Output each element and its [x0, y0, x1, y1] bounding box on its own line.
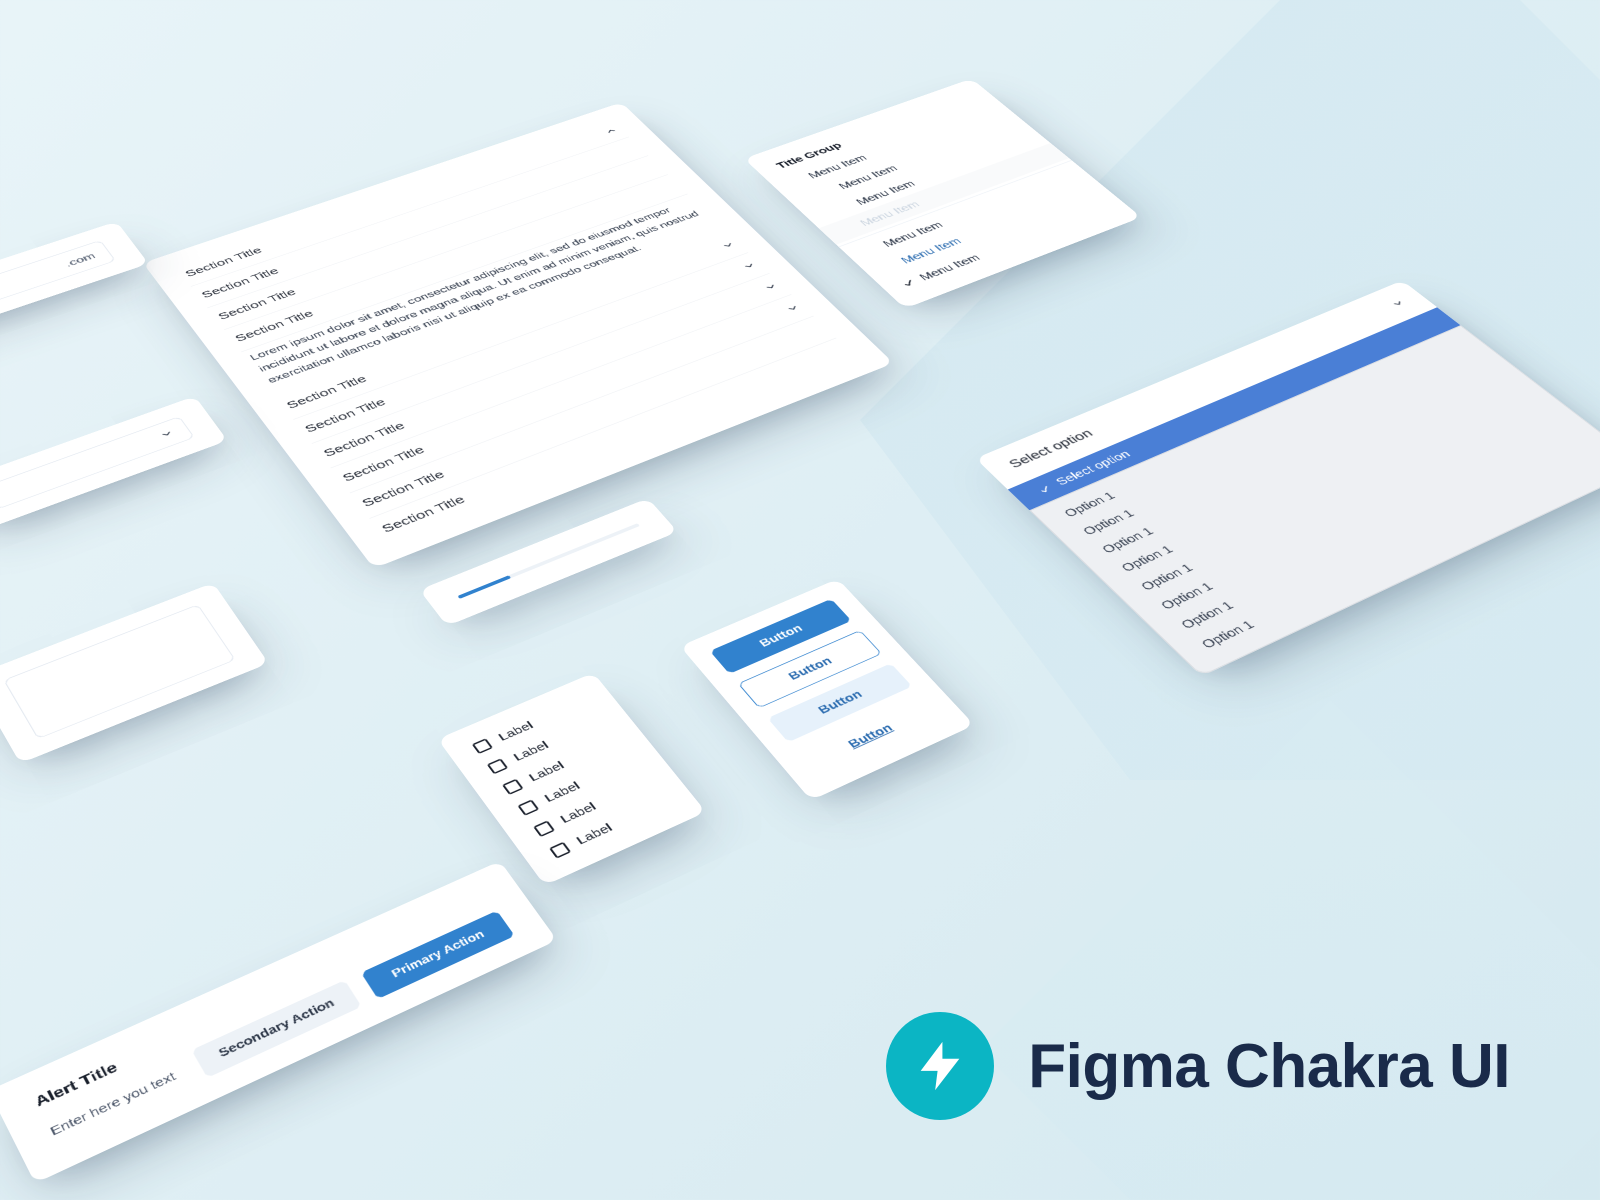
chevron-down-icon [762, 281, 781, 292]
checkbox-icon [533, 820, 555, 837]
chevron-down-icon [158, 428, 176, 440]
textarea-stub[interactable] [3, 604, 235, 739]
menu-item-label: Menu Item [857, 199, 922, 228]
progress-track [457, 523, 640, 599]
checkbox-label: Label [574, 821, 615, 847]
checkbox-label: Label [558, 800, 599, 825]
menu-item-label: Menu Item [917, 252, 983, 282]
menu-item[interactable]: Menu Item [859, 178, 1112, 283]
input-with-addon[interactable]: .com [0, 240, 116, 328]
checkbox-icon [549, 841, 571, 858]
select-stub[interactable] [0, 416, 195, 510]
checkbox-icon [486, 758, 508, 774]
buttons-card: Button Button Button Button [680, 579, 974, 801]
menu-item-label: Menu Item [898, 236, 964, 266]
checkbox-label: Label [496, 719, 536, 743]
checkbox-label: Label [511, 739, 551, 763]
input-addon-suffix: .com [63, 251, 97, 268]
chevron-down-icon [719, 240, 738, 251]
brand-lockup: Figma Chakra UI [886, 1012, 1510, 1120]
checkbox-label: Label [542, 780, 583, 805]
brand-title: Figma Chakra UI [1028, 1031, 1510, 1102]
chevron-down-icon [1388, 298, 1407, 309]
chevron-up-icon [602, 126, 620, 136]
checkbox-icon [472, 738, 493, 754]
alert-title: Alert Title [32, 891, 492, 1110]
chevron-down-icon [740, 261, 759, 272]
alert-card: Alert Title Enter here you text Secondar… [0, 861, 557, 1183]
lightning-icon [886, 1012, 994, 1120]
menu-item[interactable]: Menu Item [877, 193, 1131, 300]
textarea-stub-card [0, 583, 269, 764]
checkbox-icon [502, 778, 524, 794]
input-addon-card: .com [0, 221, 149, 348]
select-stub-card [0, 396, 228, 532]
chevron-down-icon [784, 303, 803, 315]
check-icon [1034, 483, 1054, 496]
check-icon [898, 277, 918, 289]
checkboxes-card: LabelLabelLabelLabelLabelLabel [438, 673, 706, 886]
alert-text: Enter here you text [48, 1066, 185, 1138]
progress-fill [457, 575, 511, 599]
select-card: Select option Select option Option 1Opti… [976, 281, 1600, 677]
menu-item-label: Menu Item [880, 220, 945, 249]
menu-card: Title Group Menu ItemMenu ItemMenu ItemM… [744, 79, 1142, 309]
checkbox-label: Label [526, 759, 566, 784]
checkbox-icon [517, 799, 539, 816]
